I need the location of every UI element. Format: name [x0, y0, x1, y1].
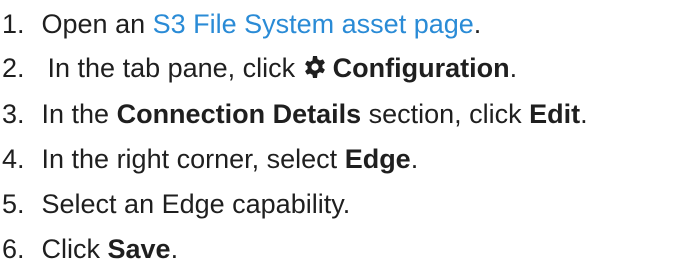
step-3: 3. In the Connection Details section, cl…: [0, 98, 588, 130]
step-text-end: .: [509, 53, 518, 83]
edit-label: Edit: [529, 99, 581, 129]
step-1: 1. Open an S3 File System asset page.: [0, 8, 481, 40]
configuration-tab-label: Configuration: [332, 53, 510, 83]
step-text: In the right corner, select: [41, 144, 345, 174]
save-label: Save: [107, 234, 171, 264]
step-4: 4. In the right corner, select Edge.: [0, 143, 418, 175]
edge-label: Edge: [344, 144, 411, 174]
step-6: 6. Click Save.: [0, 233, 178, 265]
step-number: 5.: [2, 189, 25, 219]
step-text: Click: [41, 234, 108, 264]
step-text-end: .: [580, 99, 588, 129]
step-text: Select an Edge capability.: [41, 189, 351, 219]
step-number: 2.: [2, 53, 25, 83]
step-text-end: .: [170, 234, 179, 264]
instruction-steps: 1. Open an S3 File System asset page. 2.…: [0, 0, 684, 274]
step-text: In the: [41, 99, 117, 129]
step-number: 3.: [2, 99, 25, 129]
step-2: 2. In the tab pane, click Configuration.: [0, 52, 517, 84]
step-number: 1.: [2, 9, 25, 39]
step-5: 5. Select an Edge capability.: [0, 188, 350, 220]
gear-icon: [303, 55, 327, 79]
s3-asset-page-link[interactable]: S3 File System asset page: [153, 9, 474, 39]
step-number: 4.: [2, 144, 25, 174]
step-text-middle: section, click: [361, 99, 530, 129]
connection-details-label: Connection Details: [116, 99, 362, 129]
step-number: 6.: [2, 234, 25, 264]
step-text-end: .: [410, 144, 419, 174]
step-text: In the tab pane, click: [47, 53, 303, 83]
step-text-end: .: [473, 9, 482, 39]
step-text: Open an: [41, 9, 153, 39]
